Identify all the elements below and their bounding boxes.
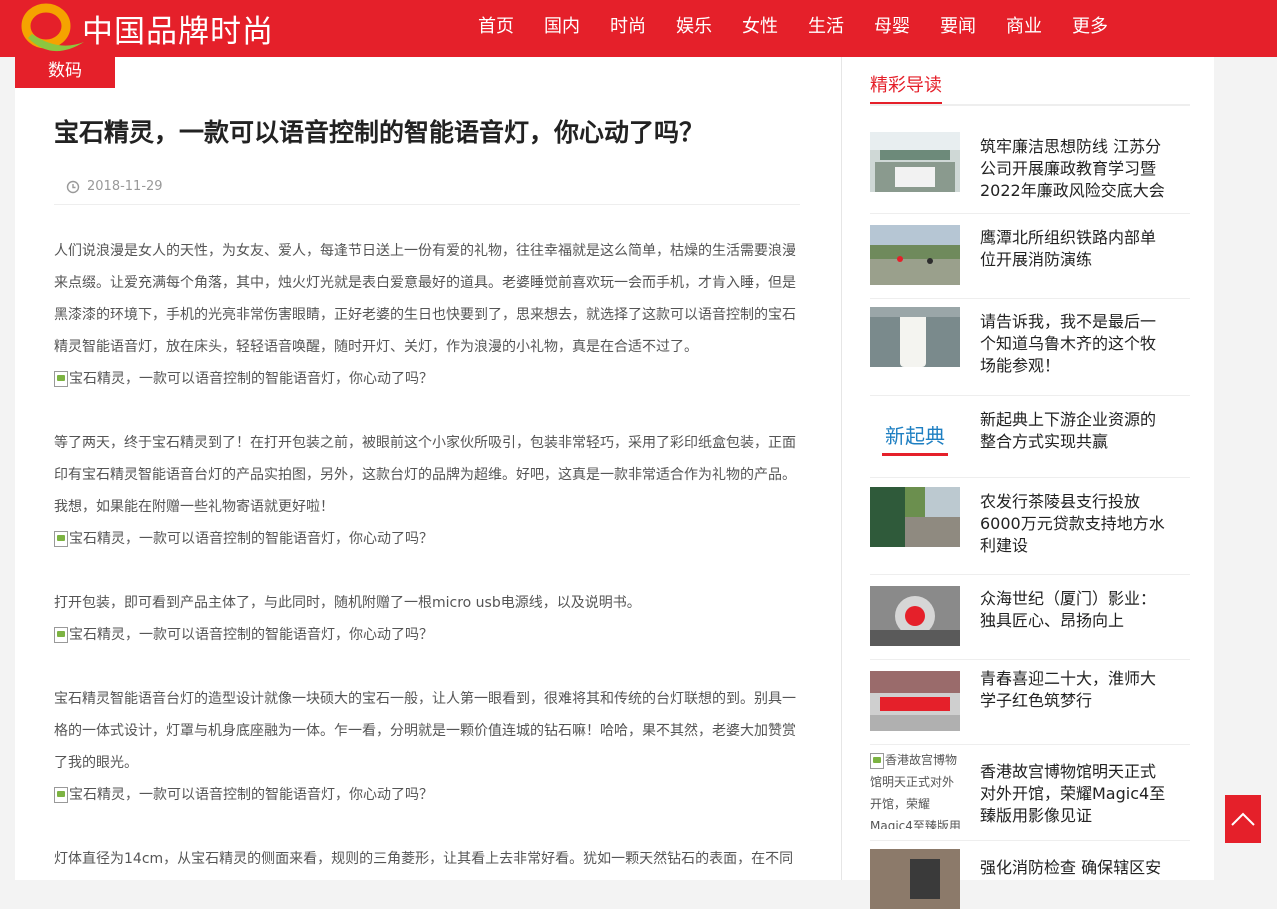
list-item[interactable]: 香港故宫博物馆明天正式对外开馆，荣耀Magic4至臻版用影像见证 香港故宫博物馆… <box>870 745 1190 841</box>
list-item-title[interactable]: 农发行茶陵县支行投放6000万元贷款支持地方水利建设 <box>980 491 1170 557</box>
nav-item-domestic[interactable]: 国内 <box>536 0 588 57</box>
site-header: 中国品牌时尚 首页 国内 时尚 娱乐 女性 生活 母婴 要闻 商业 更多 <box>0 0 1277 57</box>
nav-item-business[interactable]: 商业 <box>998 0 1050 57</box>
image-alt-text: 宝石精灵，一款可以语音控制的智能语音灯，你心动了吗？ <box>69 787 433 803</box>
list-item[interactable]: 强化消防检查 确保辖区安 <box>870 841 1190 909</box>
thumbnail-broken: 香港故宫博物馆明天正式对外开馆，荣耀Magic4至臻版用影像见证 <box>870 749 962 829</box>
article-paragraph: 人们说浪漫是女人的天性，为女友、爱人，每逢节日送上一份有爱的礼物，往往幸福就是这… <box>54 243 796 355</box>
nav-item-fashion[interactable]: 时尚 <box>602 0 654 57</box>
list-item[interactable]: 青春喜迎二十大，淮师大学子红色筑梦行 <box>870 660 1190 745</box>
category-tag[interactable]: 数码 <box>15 57 115 88</box>
list-item-title[interactable]: 鹰潭北所组织铁路内部单位开展消防演练 <box>980 227 1170 271</box>
article-paragraph: 打开包装，即可看到产品主体了，与此同时，随机附赠了一根micro usb电源线，… <box>54 595 641 611</box>
thumbnail-logo-text: 新起典 <box>885 424 945 448</box>
logo-text: 中国品牌时尚 <box>82 13 274 50</box>
article-panel: 数码 宝石精灵，一款可以语音控制的智能语音灯，你心动了吗？ 2018-11-29… <box>15 57 841 880</box>
image-alt-text: 宝石精灵，一款可以语音控制的智能语音灯，你心动了吗？ <box>69 371 433 387</box>
nav-item-life[interactable]: 生活 <box>800 0 852 57</box>
thumbnail-logo: 新起典 <box>870 407 960 467</box>
list-item[interactable]: 众海世纪（厦门）影业：独具匠心、昂扬向上 <box>870 575 1190 660</box>
thumbnail-fire-check <box>870 849 960 909</box>
broken-image-icon <box>54 371 68 387</box>
sidebar: 精彩导读 筑牢廉洁思想防线 江苏分公司开展廉政教育学习暨2022年廉政风险交底大… <box>841 57 1214 909</box>
article-meta: 2018-11-29 <box>54 175 800 205</box>
image-alt-text: 宝石精灵，一款可以语音控制的智能语音灯，你心动了吗？ <box>69 531 433 547</box>
clock-icon <box>66 180 80 194</box>
article-image: 宝石精灵，一款可以语音控制的智能语音灯，你心动了吗？ <box>54 619 800 651</box>
nav-item-women[interactable]: 女性 <box>734 0 786 57</box>
list-item-title[interactable]: 筑牢廉洁思想防线 江苏分公司开展廉政教育学习暨2022年廉政风险交底大会 <box>980 136 1170 202</box>
article-image: 宝石精灵，一款可以语音控制的智能语音灯，你心动了吗？ <box>54 363 800 395</box>
article-paragraph: 灯体直径为14cm，从宝石精灵的侧面来看，规则的三角菱形，让其看上去非常好看。犹… <box>54 851 794 867</box>
chevron-up-icon <box>1231 812 1255 826</box>
nav-item-baby[interactable]: 母婴 <box>866 0 918 57</box>
article-body: 人们说浪漫是女人的天性，为女友、爱人，每逢节日送上一份有爱的礼物，往往幸福就是这… <box>54 235 800 875</box>
list-item-title[interactable]: 香港故宫博物馆明天正式对外开馆，荣耀Magic4至臻版用影像见证 <box>980 761 1170 827</box>
thumbnail-drill <box>870 225 960 285</box>
nav-item-news[interactable]: 要闻 <box>932 0 984 57</box>
list-item-title[interactable]: 众海世纪（厦门）影业：独具匠心、昂扬向上 <box>980 588 1170 632</box>
site-logo[interactable]: 中国品牌时尚 <box>18 2 274 54</box>
broken-image-icon <box>54 787 68 803</box>
broken-image-icon <box>54 627 68 643</box>
main-nav: 首页 国内 时尚 娱乐 女性 生活 母婴 要闻 商业 更多 <box>470 0 1130 57</box>
list-item-title[interactable]: 青春喜迎二十大，淮师大学子红色筑梦行 <box>980 668 1170 712</box>
article-image: 宝石精灵，一款可以语音控制的智能语音灯，你心动了吗？ <box>54 779 800 811</box>
back-to-top-button[interactable] <box>1225 795 1261 843</box>
article-paragraph: 等了两天，终于宝石精灵到了！在打开包装之前，被眼前这个小家伙所吸引，包装非常轻巧… <box>54 435 796 515</box>
broken-image-icon <box>54 531 68 547</box>
article-image: 宝石精灵，一款可以语音控制的智能语音灯，你心动了吗？ <box>54 523 800 555</box>
thumbnail-construction <box>870 487 960 547</box>
sidebar-title: 精彩导读 <box>870 72 942 104</box>
broken-image-icon <box>870 752 884 769</box>
thumbnail-students <box>870 671 960 731</box>
list-item[interactable]: 鹰潭北所组织铁路内部单位开展消防演练 <box>870 214 1190 299</box>
list-item-title[interactable]: 请告诉我，我不是最后一个知道乌鲁木齐的这个牧场能参观！ <box>980 311 1170 377</box>
article-paragraph: 宝石精灵智能语音台灯的造型设计就像一块硕大的宝石一般，让人第一眼看到，很难将其和… <box>54 691 796 771</box>
article-title: 宝石精灵，一款可以语音控制的智能语音灯，你心动了吗？ <box>54 118 705 147</box>
nav-item-more[interactable]: 更多 <box>1064 0 1116 57</box>
thumbnail-milk <box>870 307 960 367</box>
list-item[interactable]: 新起典 新起典上下游企业资源的整合方式实现共赢 <box>870 396 1190 478</box>
list-item[interactable]: 农发行茶陵县支行投放6000万元贷款支持地方水利建设 <box>870 478 1190 575</box>
list-item-title[interactable]: 强化消防检查 确保辖区安 <box>980 857 1170 879</box>
thumbnail-studio <box>870 586 960 646</box>
list-item[interactable]: 请告诉我，我不是最后一个知道乌鲁木齐的这个牧场能参观！ <box>870 299 1190 396</box>
nav-item-entertainment[interactable]: 娱乐 <box>668 0 720 57</box>
sidebar-header: 精彩导读 <box>870 72 1190 106</box>
logo-icon <box>21 3 84 52</box>
nav-item-home[interactable]: 首页 <box>470 0 522 57</box>
image-alt-text: 宝石精灵，一款可以语音控制的智能语音灯，你心动了吗？ <box>69 627 433 643</box>
list-item-title[interactable]: 新起典上下游企业资源的整合方式实现共赢 <box>980 409 1170 453</box>
publish-date: 2018-11-29 <box>87 179 163 194</box>
thumbnail-drill <box>870 121 960 181</box>
